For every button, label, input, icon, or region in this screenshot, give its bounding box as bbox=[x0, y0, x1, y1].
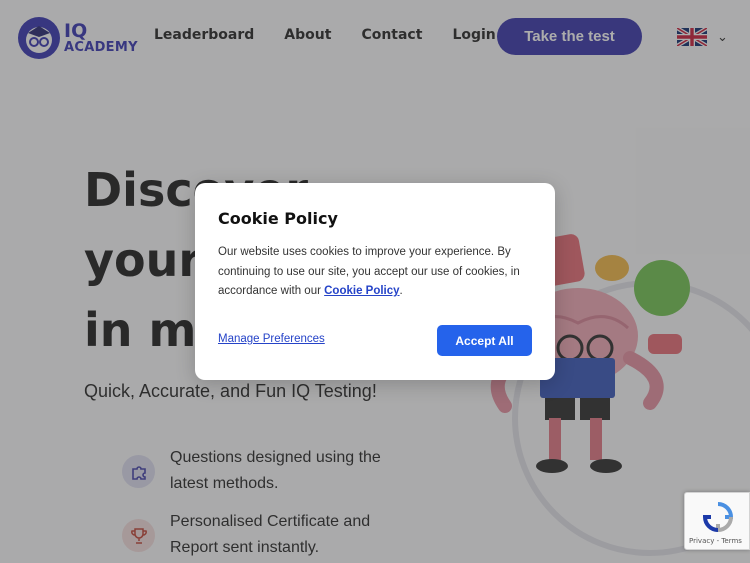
recaptcha-icon bbox=[702, 501, 734, 533]
cookie-policy-link[interactable]: Cookie Policy bbox=[324, 285, 399, 297]
recaptcha-badge[interactable]: Privacy - Terms bbox=[684, 492, 750, 550]
cookie-dialog-body: Our website uses cookies to improve your… bbox=[218, 243, 540, 302]
manage-preferences-link[interactable]: Manage Preferences bbox=[218, 333, 325, 345]
cookie-policy-dialog: Cookie Policy Our website uses cookies t… bbox=[195, 183, 555, 380]
cookie-body-end: . bbox=[399, 285, 403, 297]
cookie-dialog-title: Cookie Policy bbox=[218, 209, 338, 228]
accept-all-button[interactable]: Accept All bbox=[437, 325, 532, 356]
recaptcha-privacy-terms[interactable]: Privacy - Terms bbox=[689, 537, 742, 545]
